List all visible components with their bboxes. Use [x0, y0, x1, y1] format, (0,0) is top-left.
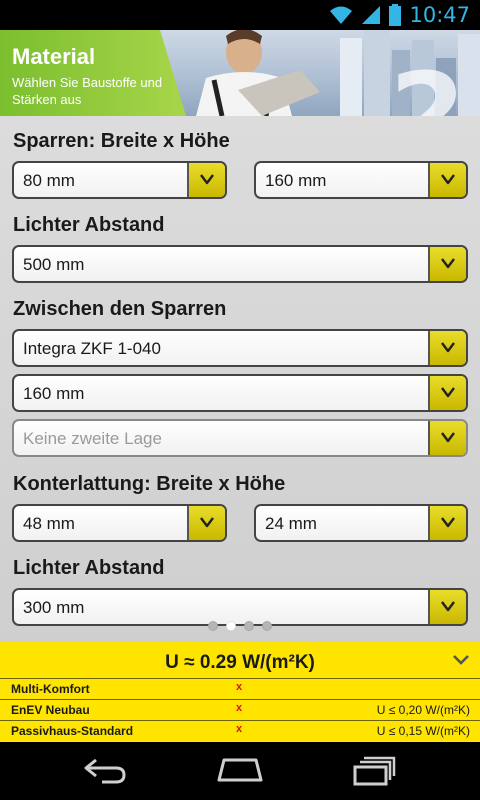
standard-row: Passivhaus-Standard x U ≤ 0,15 W/(m²K): [0, 720, 480, 741]
dropdown-value: 24 mm: [265, 514, 317, 533]
dropdown-value: 80 mm: [23, 171, 75, 190]
u-value-panel[interactable]: U ≈ 0.29 W/(m²K) Multi-Komfort x EnEV Ne…: [0, 642, 480, 742]
page-indicator: [0, 621, 480, 633]
back-icon[interactable]: [82, 756, 128, 784]
standard-requirement: U ≤ 0,15 W/(m²K): [376, 724, 470, 738]
chevron-down-icon[interactable]: [428, 247, 466, 281]
fail-mark-icon: x: [236, 702, 243, 714]
sparren-width-dropdown[interactable]: 80 mm: [12, 161, 227, 199]
lichter-abstand-2-label: Lichter Abstand: [13, 557, 165, 579]
lichter-abstand-dropdown[interactable]: 500 mm: [12, 245, 468, 283]
dropdown-placeholder: Keine zweite Lage: [23, 429, 162, 448]
insulation-material-dropdown[interactable]: Integra ZKF 1-040: [12, 329, 468, 367]
fail-mark-icon: x: [236, 723, 243, 735]
chevron-down-icon[interactable]: [428, 421, 466, 455]
konterlattung-label: Konterlattung: Breite x Höhe: [13, 473, 286, 495]
home-icon[interactable]: [216, 756, 264, 784]
page-subtitle: Wählen Sie Baustoffe und Stärken aus: [12, 75, 163, 107]
standard-row: Multi-Komfort x: [0, 678, 480, 699]
status-time: 10:47: [409, 3, 470, 27]
chevron-down-icon[interactable]: [428, 376, 466, 410]
chevron-down-icon[interactable]: [428, 506, 466, 540]
chevron-down-icon[interactable]: [187, 506, 225, 540]
dropdown-value: 300 mm: [23, 598, 85, 617]
material-form: Sparren: Breite x Höhe 80 mm 160 mm Lich…: [0, 116, 480, 642]
dropdown-value: 160 mm: [265, 171, 327, 190]
sparren-height-dropdown[interactable]: 160 mm: [254, 161, 468, 199]
u-value: U ≈ 0.29 W/(m²K): [165, 652, 315, 673]
page-dot-active[interactable]: [226, 621, 236, 631]
standard-name: EnEV Neubau: [11, 703, 90, 717]
fail-mark-icon: x: [236, 681, 243, 693]
zwischen-label: Zwischen den Sparren: [13, 298, 227, 320]
page-dot[interactable]: [262, 621, 272, 631]
page-dot[interactable]: [208, 621, 218, 631]
signal-icon: [362, 6, 381, 24]
standard-row: EnEV Neubau x U ≤ 0,20 W/(m²K): [0, 699, 480, 720]
standard-requirement: U ≤ 0,20 W/(m²K): [376, 703, 470, 717]
battery-icon: [389, 4, 402, 26]
standard-name: Passivhaus-Standard: [11, 724, 134, 738]
header-banner: Material Wählen Sie Baustoffe und Stärke…: [0, 30, 480, 116]
dropdown-value: 160 mm: [23, 384, 85, 403]
navigation-bar: [0, 742, 480, 800]
standard-name: Multi-Komfort: [11, 682, 90, 696]
chevron-down-icon[interactable]: [428, 331, 466, 365]
chevron-down-icon[interactable]: [428, 590, 466, 624]
wifi-icon: [330, 6, 353, 24]
chevron-down-icon[interactable]: [452, 653, 470, 667]
sparren-label: Sparren: Breite x Höhe: [13, 130, 230, 152]
standards-list: Multi-Komfort x EnEV Neubau x U ≤ 0,20 W…: [0, 678, 480, 741]
insulation-thickness-dropdown[interactable]: 160 mm: [12, 374, 468, 412]
status-bar: 10:47: [0, 0, 480, 30]
konterlattung-width-dropdown[interactable]: 48 mm: [12, 504, 227, 542]
dropdown-value: Integra ZKF 1-040: [23, 339, 161, 358]
recent-apps-icon[interactable]: [352, 756, 398, 786]
dropdown-value: 500 mm: [23, 255, 85, 274]
page-title: Material: [12, 44, 96, 69]
chevron-down-icon[interactable]: [428, 163, 466, 197]
chevron-down-icon[interactable]: [187, 163, 225, 197]
step-number: 2: [389, 49, 466, 116]
konterlattung-height-dropdown[interactable]: 24 mm: [254, 504, 468, 542]
page-dot[interactable]: [244, 621, 254, 631]
dropdown-value: 48 mm: [23, 514, 75, 533]
lichter-abstand-label: Lichter Abstand: [13, 214, 165, 236]
second-layer-dropdown[interactable]: Keine zweite Lage: [12, 419, 468, 457]
